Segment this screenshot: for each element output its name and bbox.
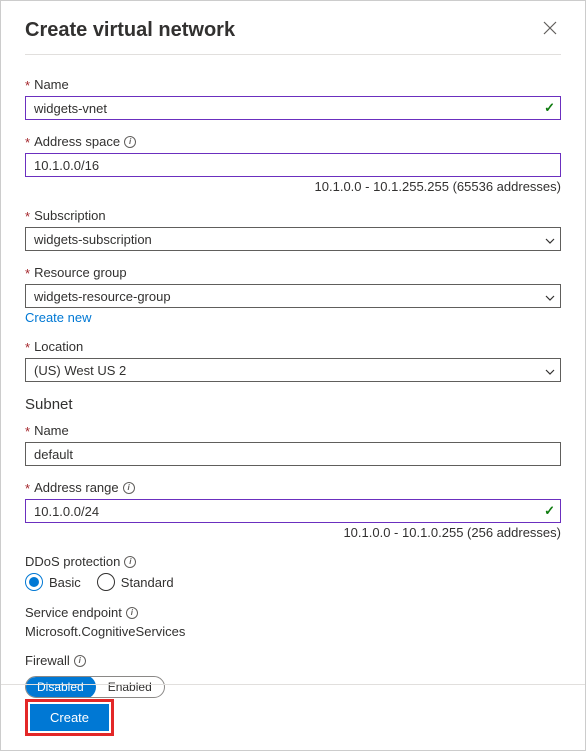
info-icon[interactable]: [126, 607, 138, 619]
subnet-address-range-input[interactable]: [25, 499, 561, 523]
location-label-text: Location: [34, 339, 83, 354]
address-space-label: * Address space: [25, 134, 561, 149]
subscription-label: * Subscription: [25, 208, 561, 223]
service-endpoint-label-text: Service endpoint: [25, 605, 122, 620]
annotation-highlight: Create: [25, 699, 114, 736]
name-input[interactable]: [25, 96, 561, 120]
subnet-name-label: * Name: [25, 423, 561, 438]
service-endpoint-value: Microsoft.CognitiveServices: [25, 624, 561, 639]
resource-group-label-text: Resource group: [34, 265, 127, 280]
required-asterisk: *: [25, 135, 30, 150]
required-asterisk: *: [25, 340, 30, 355]
service-endpoint-label: Service endpoint: [25, 605, 561, 620]
subnet-address-range-label-text: Address range: [34, 480, 119, 495]
create-button[interactable]: Create: [30, 704, 109, 731]
name-label-text: Name: [34, 77, 69, 92]
panel-title: Create virtual network: [25, 19, 235, 42]
subscription-select[interactable]: [25, 227, 561, 251]
close-button[interactable]: [539, 19, 561, 42]
info-icon[interactable]: [124, 556, 136, 568]
ddos-standard-label: Standard: [121, 575, 174, 590]
firewall-label: Firewall: [25, 653, 561, 668]
panel-header: Create virtual network: [25, 19, 561, 55]
radio-icon: [97, 573, 115, 591]
address-space-input[interactable]: [25, 153, 561, 177]
required-asterisk: *: [25, 78, 30, 93]
subnet-address-range-hint: 10.1.0.0 - 10.1.0.255 (256 addresses): [25, 525, 561, 540]
address-space-hint: 10.1.0.0 - 10.1.255.255 (65536 addresses…: [25, 179, 561, 194]
subnet-address-range-label: * Address range: [25, 480, 561, 495]
info-icon[interactable]: [124, 136, 136, 148]
ddos-radio-group: Basic Standard: [25, 573, 561, 591]
ddos-label: DDoS protection: [25, 554, 561, 569]
name-label: * Name: [25, 77, 561, 92]
subnet-name-input[interactable]: [25, 442, 561, 466]
ddos-label-text: DDoS protection: [25, 554, 120, 569]
radio-icon: [25, 573, 43, 591]
firewall-label-text: Firewall: [25, 653, 70, 668]
required-asterisk: *: [25, 424, 30, 439]
create-new-link[interactable]: Create new: [25, 310, 91, 325]
location-select[interactable]: [25, 358, 561, 382]
subnet-heading: Subnet: [25, 396, 561, 413]
required-asterisk: *: [25, 266, 30, 281]
ddos-basic-label: Basic: [49, 575, 81, 590]
close-icon: [543, 22, 557, 39]
required-asterisk: *: [25, 481, 30, 496]
address-space-label-text: Address space: [34, 134, 120, 149]
required-asterisk: *: [25, 209, 30, 224]
ddos-basic-radio[interactable]: Basic: [25, 573, 81, 591]
subnet-name-label-text: Name: [34, 423, 69, 438]
resource-group-label: * Resource group: [25, 265, 561, 280]
info-icon[interactable]: [74, 655, 86, 667]
resource-group-select[interactable]: [25, 284, 561, 308]
ddos-standard-radio[interactable]: Standard: [97, 573, 174, 591]
subscription-label-text: Subscription: [34, 208, 106, 223]
info-icon[interactable]: [123, 482, 135, 494]
location-label: * Location: [25, 339, 561, 354]
panel-footer: Create: [1, 684, 585, 750]
